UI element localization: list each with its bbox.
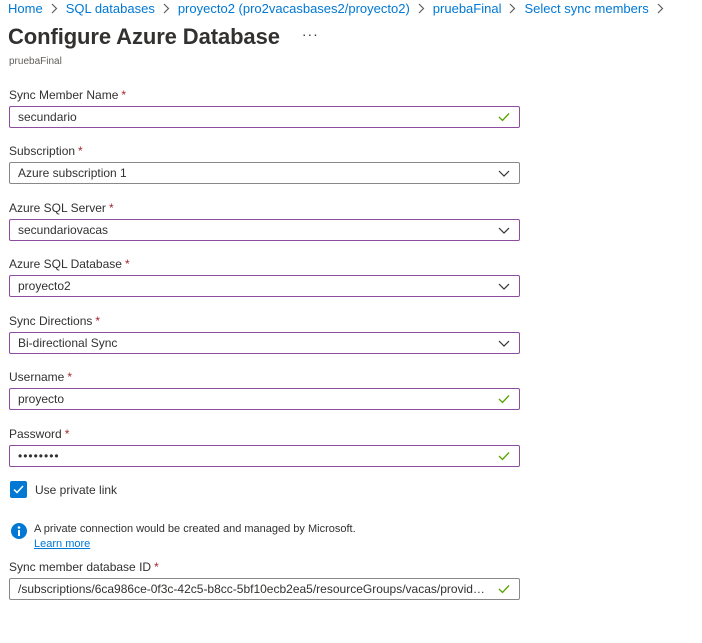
required-mark: * (78, 144, 83, 158)
chevron-down-icon (497, 166, 511, 180)
private-link-label: Use private link (35, 482, 118, 497)
subscription-label: Subscription * (9, 144, 83, 158)
member-db-id-label: Sync member database ID * (9, 560, 159, 574)
subscription-value: Azure subscription 1 (18, 166, 127, 180)
page-title: Configure Azure Database (8, 24, 280, 49)
required-mark: * (95, 314, 101, 328)
member-db-id-value: /subscriptions/6ca986ce-0f3c-42c5-b8cc-5… (18, 582, 491, 596)
required-mark: * (64, 427, 70, 441)
info-icon (11, 523, 27, 539)
sync-directions-label: Sync Directions * (9, 314, 101, 328)
required-mark: * (154, 560, 159, 574)
password-value: •••••••• (18, 449, 60, 463)
sql-database-dropdown[interactable]: proyecto2 (9, 275, 520, 297)
breadcrumb-sync-group[interactable]: pruebaFinal (433, 1, 502, 16)
chevron-down-icon (497, 279, 511, 293)
username-value: proyecto (18, 392, 65, 406)
breadcrumb-sql-databases[interactable]: SQL databases (66, 1, 155, 16)
breadcrumb-select-sync-members[interactable]: Select sync members (524, 1, 648, 16)
sql-database-value: proyecto2 (18, 279, 71, 293)
chevron-right-icon (163, 3, 170, 14)
sync-member-name-label: Sync Member Name * (9, 88, 127, 102)
chevron-down-icon (497, 223, 511, 237)
chevron-right-icon (509, 3, 516, 14)
sql-server-label: Azure SQL Server * (9, 201, 114, 215)
info-message: A private connection would be created an… (11, 522, 356, 552)
private-link-checkbox[interactable] (10, 481, 27, 498)
breadcrumb: Home SQL databases proyecto2 (pro2vacasb… (8, 0, 672, 16)
breadcrumb-database[interactable]: proyecto2 (pro2vacasbases2/proyecto2) (178, 1, 410, 16)
sql-server-value: secundariovacas (18, 223, 109, 237)
check-icon (497, 392, 511, 406)
chevron-right-icon (51, 3, 58, 14)
required-mark: * (124, 257, 130, 271)
password-input[interactable]: •••••••• (9, 445, 520, 467)
info-text: A private connection would be created an… (34, 523, 356, 535)
password-label: Password * (9, 427, 70, 441)
required-mark: * (108, 201, 114, 215)
check-icon (497, 449, 511, 463)
more-options-button[interactable]: ··· (302, 27, 319, 47)
chevron-right-icon (418, 3, 425, 14)
sql-server-dropdown[interactable]: secundariovacas (9, 219, 520, 241)
username-label: Username * (9, 370, 73, 384)
check-icon (497, 110, 511, 124)
learn-more-link[interactable]: Learn more (34, 537, 90, 552)
title-row: Configure Azure Database ··· (8, 24, 319, 50)
username-input[interactable]: proyecto (9, 388, 520, 410)
subscription-dropdown[interactable]: Azure subscription 1 (9, 162, 520, 184)
breadcrumb-home[interactable]: Home (8, 1, 43, 16)
checkmark-icon (13, 485, 24, 494)
sync-member-name-input[interactable]: secundario (9, 106, 520, 128)
private-link-checkbox-row[interactable]: Use private link (10, 481, 117, 498)
chevron-down-icon (497, 336, 511, 350)
chevron-right-icon (657, 3, 664, 14)
required-mark: * (121, 88, 127, 102)
check-icon (497, 582, 511, 596)
required-mark: * (67, 370, 73, 384)
page-subtitle: pruebaFinal (9, 56, 62, 67)
sync-directions-value: Bi-directional Sync (18, 336, 118, 350)
member-db-id-input[interactable]: /subscriptions/6ca986ce-0f3c-42c5-b8cc-5… (9, 578, 520, 600)
sync-member-name-value: secundario (18, 110, 77, 124)
sync-directions-dropdown[interactable]: Bi-directional Sync (9, 332, 520, 354)
sql-database-label: Azure SQL Database * (9, 257, 130, 271)
